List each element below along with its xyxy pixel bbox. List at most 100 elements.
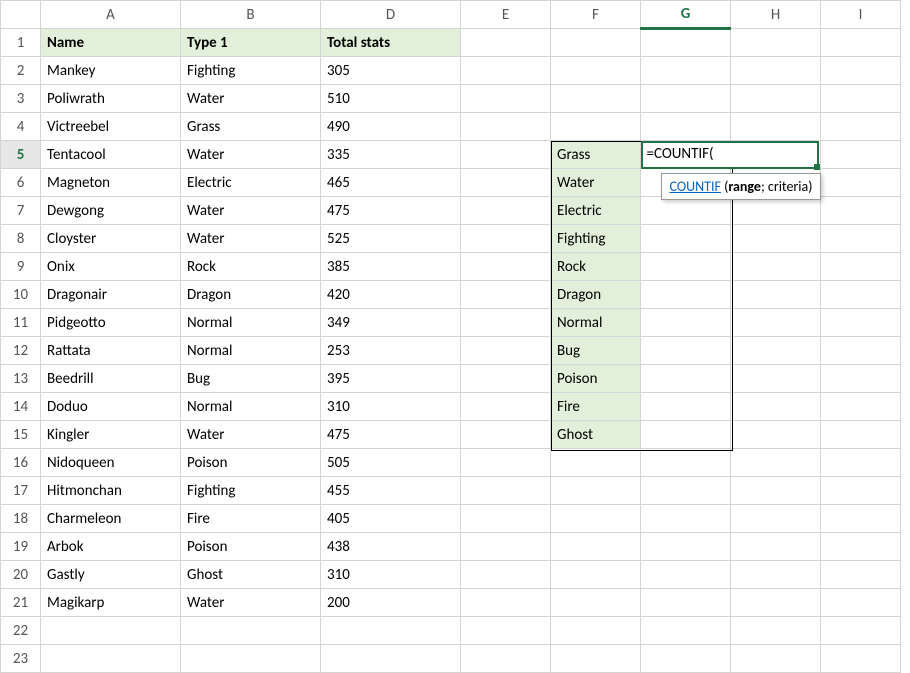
cell-E1[interactable]: [461, 29, 551, 57]
cell-H1[interactable]: [731, 29, 821, 57]
cell-I13[interactable]: [821, 365, 901, 393]
cell-F10[interactable]: Dragon: [551, 281, 641, 309]
cell-E20[interactable]: [461, 561, 551, 589]
cell-F15[interactable]: Ghost: [551, 421, 641, 449]
cell-E7[interactable]: [461, 197, 551, 225]
cell-I21[interactable]: [821, 589, 901, 617]
cell-F14[interactable]: Fire: [551, 393, 641, 421]
cell-G3[interactable]: [641, 85, 731, 113]
cell-H17[interactable]: [731, 477, 821, 505]
cell-E2[interactable]: [461, 57, 551, 85]
cell-G22[interactable]: [641, 617, 731, 645]
cell-G20[interactable]: [641, 561, 731, 589]
cell-A11[interactable]: Pidgeotto: [41, 309, 181, 337]
cell-H20[interactable]: [731, 561, 821, 589]
cell-G8[interactable]: [641, 225, 731, 253]
cell-A14[interactable]: Doduo: [41, 393, 181, 421]
formula-editor[interactable]: =COUNTIF(: [641, 141, 819, 169]
cell-I3[interactable]: [821, 85, 901, 113]
cell-G18[interactable]: [641, 505, 731, 533]
cell-B5[interactable]: Water: [181, 141, 321, 169]
cell-I22[interactable]: [821, 617, 901, 645]
cell-A16[interactable]: Nidoqueen: [41, 449, 181, 477]
cell-A4[interactable]: Victreebel: [41, 113, 181, 141]
cell-F23[interactable]: [551, 645, 641, 673]
row-header-7[interactable]: 7: [1, 197, 41, 225]
row-header-1[interactable]: 1: [1, 29, 41, 57]
cell-I4[interactable]: [821, 113, 901, 141]
cell-B6[interactable]: Electric: [181, 169, 321, 197]
cell-F4[interactable]: [551, 113, 641, 141]
cell-D7[interactable]: 475: [321, 197, 461, 225]
row-header-3[interactable]: 3: [1, 85, 41, 113]
cell-H22[interactable]: [731, 617, 821, 645]
col-header-G[interactable]: G: [641, 1, 731, 29]
cell-E14[interactable]: [461, 393, 551, 421]
cell-E12[interactable]: [461, 337, 551, 365]
col-header-I[interactable]: I: [821, 1, 901, 29]
cell-B21[interactable]: Water: [181, 589, 321, 617]
col-header-D[interactable]: D: [321, 1, 461, 29]
cell-B4[interactable]: Grass: [181, 113, 321, 141]
cell-B15[interactable]: Water: [181, 421, 321, 449]
cell-A22[interactable]: [41, 617, 181, 645]
cell-A20[interactable]: Gastly: [41, 561, 181, 589]
cell-B11[interactable]: Normal: [181, 309, 321, 337]
cell-D9[interactable]: 385: [321, 253, 461, 281]
cell-E10[interactable]: [461, 281, 551, 309]
cell-E16[interactable]: [461, 449, 551, 477]
cell-B18[interactable]: Fire: [181, 505, 321, 533]
cell-B8[interactable]: Water: [181, 225, 321, 253]
cell-A3[interactable]: Poliwrath: [41, 85, 181, 113]
cell-A12[interactable]: Rattata: [41, 337, 181, 365]
cell-H19[interactable]: [731, 533, 821, 561]
col-header-A[interactable]: A: [41, 1, 181, 29]
cell-H3[interactable]: [731, 85, 821, 113]
cell-I8[interactable]: [821, 225, 901, 253]
cell-A10[interactable]: Dragonair: [41, 281, 181, 309]
cell-D21[interactable]: 200: [321, 589, 461, 617]
cell-E4[interactable]: [461, 113, 551, 141]
row-header-14[interactable]: 14: [1, 393, 41, 421]
cell-D11[interactable]: 349: [321, 309, 461, 337]
row-header-9[interactable]: 9: [1, 253, 41, 281]
cell-H15[interactable]: [731, 421, 821, 449]
cell-I6[interactable]: [821, 169, 901, 197]
cell-I1[interactable]: [821, 29, 901, 57]
cell-B10[interactable]: Dragon: [181, 281, 321, 309]
cell-D13[interactable]: 395: [321, 365, 461, 393]
row-header-21[interactable]: 21: [1, 589, 41, 617]
cell-G1[interactable]: [641, 29, 731, 57]
cell-B2[interactable]: Fighting: [181, 57, 321, 85]
cell-H14[interactable]: [731, 393, 821, 421]
row-header-11[interactable]: 11: [1, 309, 41, 337]
cell-A21[interactable]: Magikarp: [41, 589, 181, 617]
cell-E17[interactable]: [461, 477, 551, 505]
cell-A6[interactable]: Magneton: [41, 169, 181, 197]
cell-I16[interactable]: [821, 449, 901, 477]
cell-H13[interactable]: [731, 365, 821, 393]
spreadsheet-grid[interactable]: A B D E F G H I 1NameType 1Total stats2M…: [0, 0, 901, 673]
cell-A7[interactable]: Dewgong: [41, 197, 181, 225]
cell-H4[interactable]: [731, 113, 821, 141]
col-header-F[interactable]: F: [551, 1, 641, 29]
cell-D12[interactable]: 253: [321, 337, 461, 365]
cell-D19[interactable]: 438: [321, 533, 461, 561]
cell-E18[interactable]: [461, 505, 551, 533]
cell-B7[interactable]: Water: [181, 197, 321, 225]
cell-H18[interactable]: [731, 505, 821, 533]
row-header-19[interactable]: 19: [1, 533, 41, 561]
cell-A2[interactable]: Mankey: [41, 57, 181, 85]
cell-H9[interactable]: [731, 253, 821, 281]
cell-D8[interactable]: 525: [321, 225, 461, 253]
cell-E5[interactable]: [461, 141, 551, 169]
cell-E23[interactable]: [461, 645, 551, 673]
cell-E11[interactable]: [461, 309, 551, 337]
cell-I9[interactable]: [821, 253, 901, 281]
row-header-20[interactable]: 20: [1, 561, 41, 589]
cell-B16[interactable]: Poison: [181, 449, 321, 477]
cell-D4[interactable]: 490: [321, 113, 461, 141]
cell-G23[interactable]: [641, 645, 731, 673]
cell-G4[interactable]: [641, 113, 731, 141]
select-all-corner[interactable]: [1, 1, 41, 29]
